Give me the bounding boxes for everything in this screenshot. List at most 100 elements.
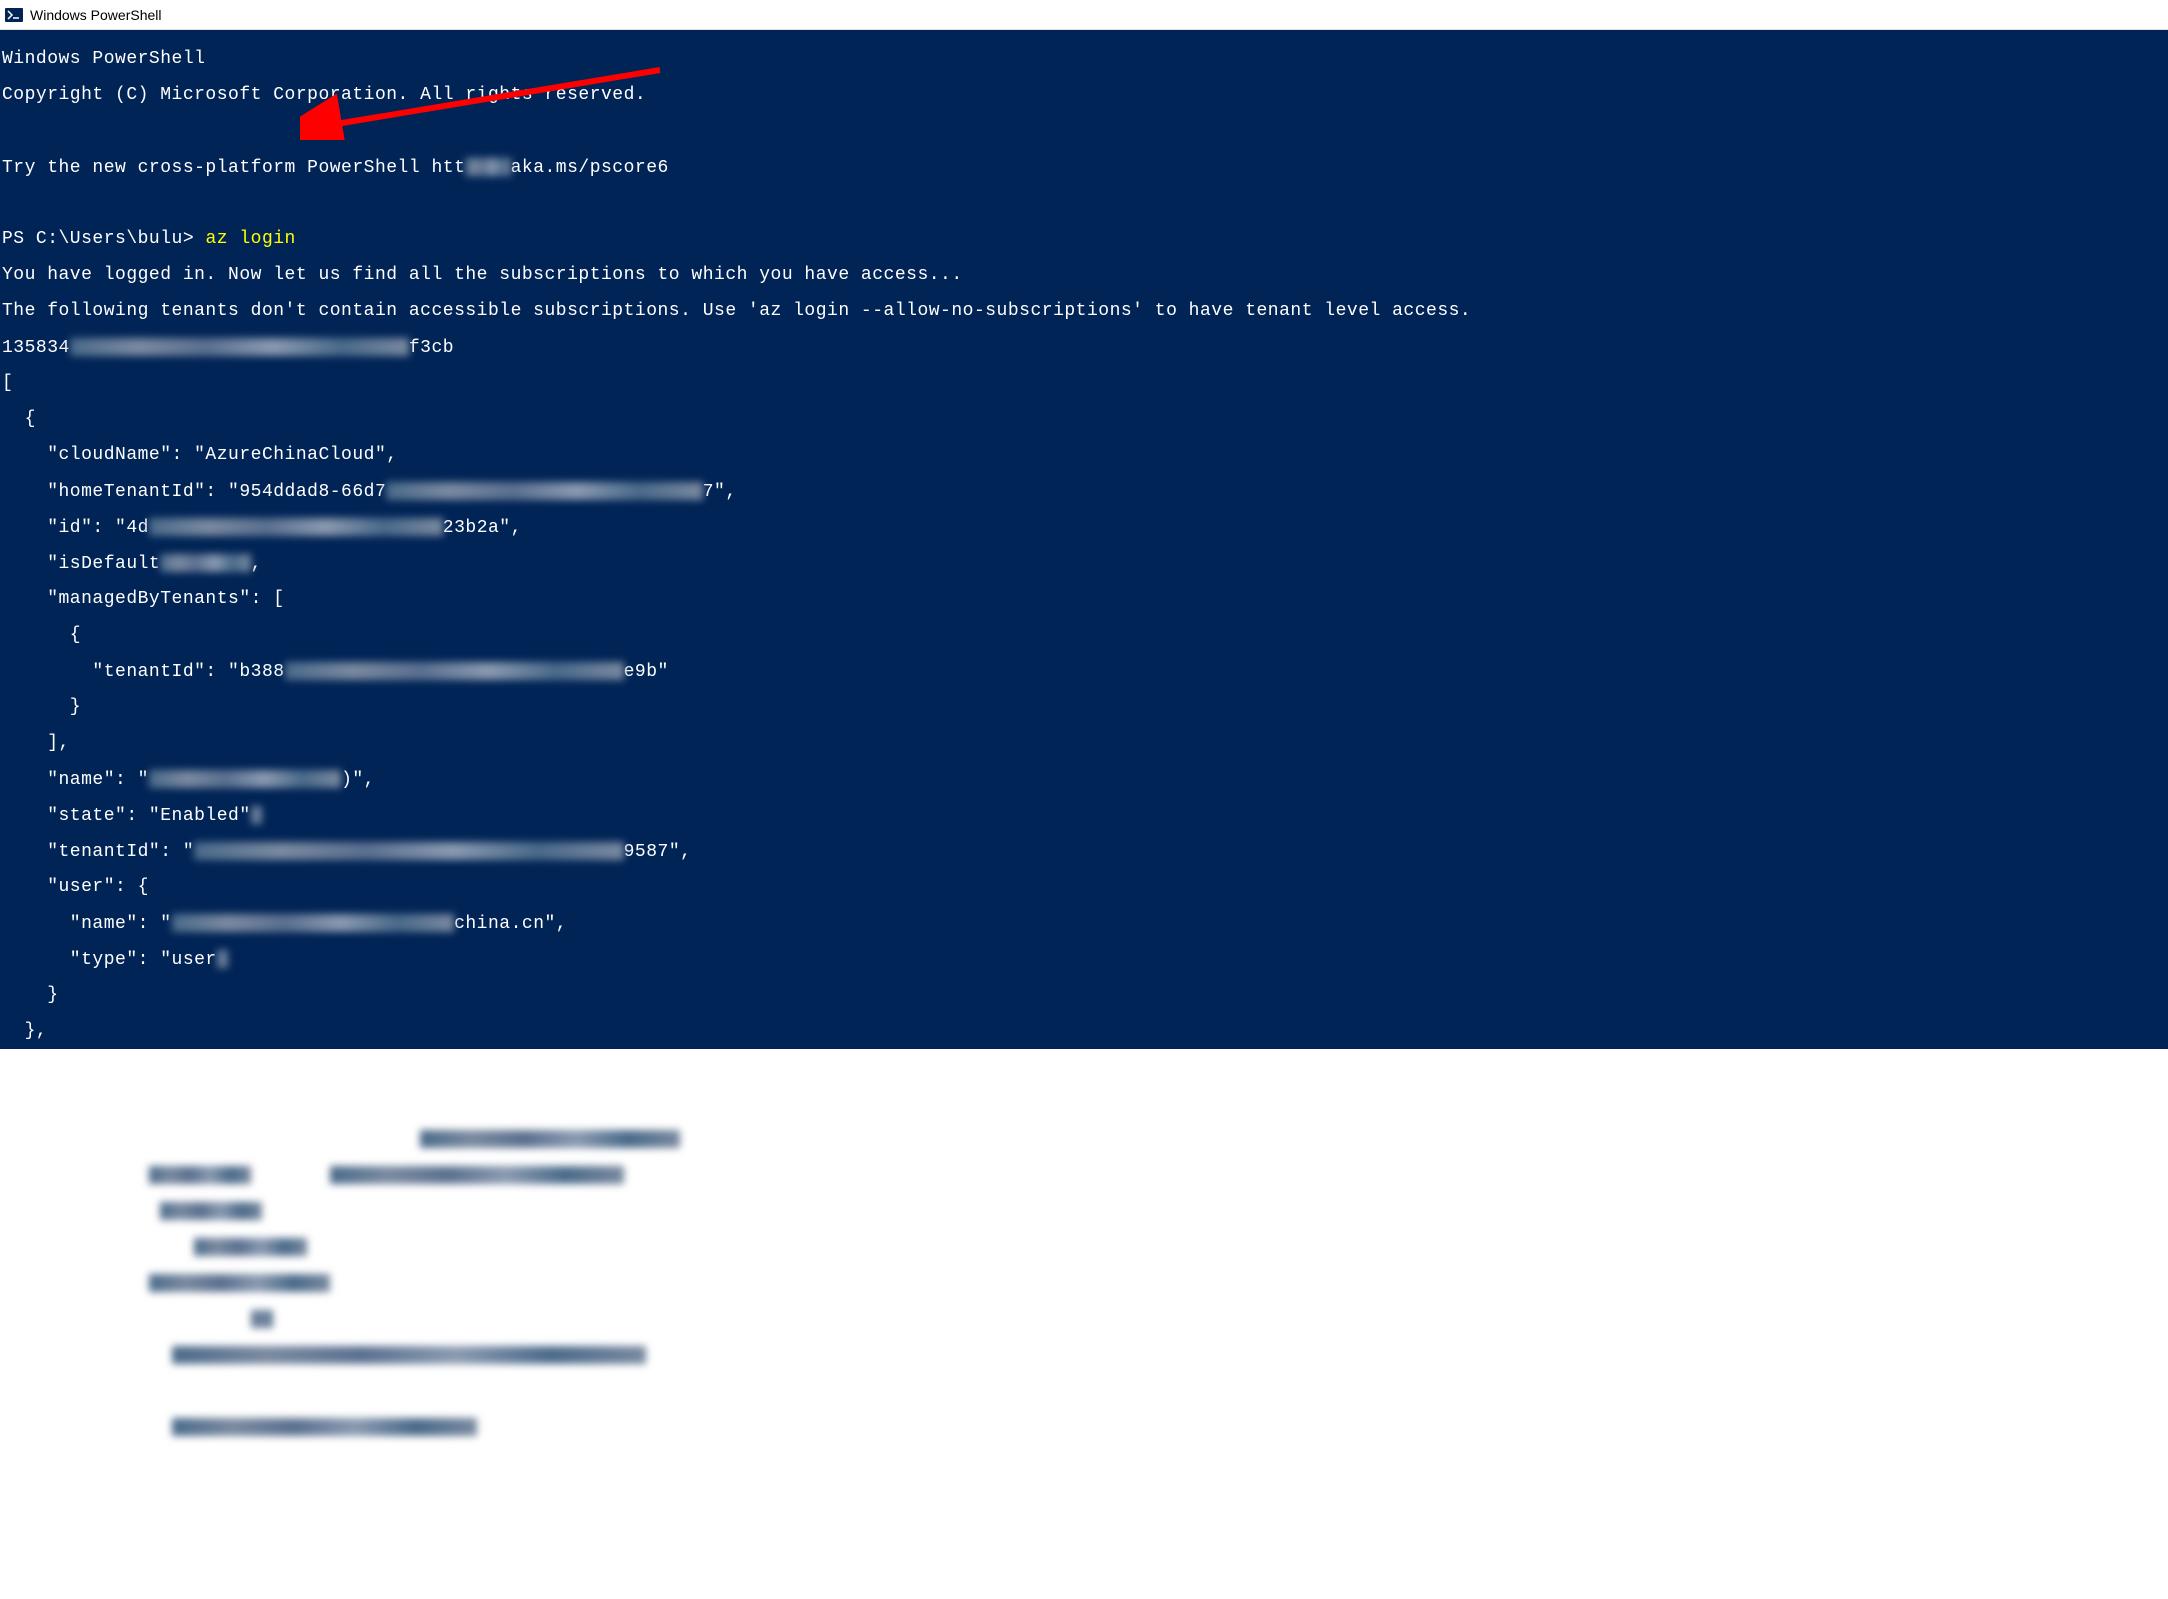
terminal-line: "state": Enabled"xx [2, 1310, 2168, 1328]
redacted-text: xxxxxxxxxxxxxxxxxxxxxxxxxxxxxx [285, 662, 624, 680]
terminal-line [2, 194, 2168, 212]
redacted-text: xxxxxxxxx [149, 1166, 251, 1184]
text: "tenantId": "b388 [2, 662, 285, 682]
terminal-line: Copyright (C) Microsoft Corporation. All… [2, 86, 2168, 104]
terminal-line: } [2, 986, 2168, 1004]
terminal-line: The following tenants don't contain acce… [2, 302, 2168, 320]
terminal-line: "isDefaultxxxxxxxxx [2, 1202, 2168, 1220]
terminal-line: "tenantId":xxxxxxxxxxxxxxxxxxxxxxxxxxxxx… [2, 1346, 2168, 1364]
text: "homeTenantId": "954ddad8-66d7-47 [2, 1130, 420, 1150]
text: Try the new cross-platform PowerShell ht… [2, 158, 465, 178]
terminal-line: "cloudName": "AzureChinaCloud", [2, 1094, 2168, 1112]
text: "state": Enabled" [2, 1310, 251, 1330]
terminal-line: Try the new cross-platform PowerShell ht… [2, 158, 2168, 176]
text: "id": "a9 [2, 1166, 149, 1186]
terminal-line: { [2, 1058, 2168, 1076]
terminal-line: "homeTenantId": "954ddad8-66d7-47xxxxxxx… [2, 1130, 2168, 1148]
window-title: Windows PowerShell [30, 7, 162, 23]
text: "managedByTen [2, 1238, 194, 1258]
text: 4316-9a [251, 1166, 330, 1186]
terminal-line: You have logged in. Now let us find all … [2, 266, 2168, 284]
terminal-line: { [2, 626, 2168, 644]
redacted-text: xxxxxxxxxx [194, 1238, 307, 1256]
text: )", [341, 770, 375, 790]
redacted-text: xxxxxxxxxxxxxxxxxxxxxxxxxx [330, 1166, 624, 1184]
redacted-text: xxxxxxxx [160, 554, 250, 572]
redacted-text: xxxxxxxxxxxxxxxxxxxxxxxxxxxxxxxxxxxxxx [194, 842, 623, 860]
terminal-line: } [2, 1490, 2168, 1508]
terminal-line: Windows PowerShell [2, 50, 2168, 68]
redacted-text: xxxxxxxxxxxxxxxx [149, 1274, 330, 1292]
redacted-text: xxxxxxxxxxxxxxxxxxxxxxxxxxxxxx [70, 338, 409, 356]
text: "name": " [2, 770, 149, 790]
command-text: az login [205, 229, 295, 249]
redacted-text: xxxxxxxxxxxxxxxxxxxxxxx [420, 1130, 680, 1148]
redacted-text: xxxxxxxxxxxxxxxxxxxxxxxxxxx [172, 1418, 477, 1436]
text: "isDefault [2, 1202, 160, 1222]
terminal-line: [ [2, 374, 2168, 392]
powershell-icon [4, 5, 24, 25]
terminal-line: "type": "user" [2, 1454, 2168, 1472]
text: ", [646, 1346, 669, 1366]
terminal-line: "name": "xxxxxxxxxxxxxxxxxxxxxxxxxxxchin… [2, 1418, 2168, 1436]
text: "isDefault [2, 554, 160, 574]
terminal-line: "id": "a9xxxxxxxxx4316-9axxxxxxxxxxxxxxx… [2, 1166, 2168, 1184]
text: "tenantId": " [2, 842, 194, 862]
redacted-text: xxxxxxxxxxxxxxxxxxxxxxxxxx [149, 518, 443, 536]
terminal-line: "homeTenantId": "954ddad8-66d7xxxxxxxxxx… [2, 482, 2168, 500]
terminal-line: "tenantId": "xxxxxxxxxxxxxxxxxxxxxxxxxxx… [2, 842, 2168, 860]
text: f3cb [409, 338, 454, 358]
redacted-text: xxxxxxxxxxxxxxxxxxxxxxxxx [172, 914, 455, 932]
terminal-line: { [2, 410, 2168, 428]
redacted-text: xxxxxxxxxxxxxxxxxxxxxxxxxxxx [386, 482, 702, 500]
terminal-line: "user": { [2, 878, 2168, 896]
text: aka.ms/pscore6 [511, 158, 669, 178]
text: "id": "4d [2, 518, 149, 538]
text: , [251, 554, 262, 574]
terminal-line: "cloudName": "AzureChinaCloud", [2, 446, 2168, 464]
text: 587", [680, 1130, 737, 1150]
text: china.cn", [477, 1418, 590, 1438]
terminal-area[interactable]: Windows PowerShell Copyright (C) Microso… [0, 30, 2168, 1049]
terminal-line: ], [2, 734, 2168, 752]
terminal-line: "managedByTenants": [ [2, 590, 2168, 608]
redacted-text: xxxxxxxxxxxxxxxxx [149, 770, 341, 788]
text: "type": "user [2, 950, 217, 970]
terminal-line: "state": "Enabled"x [2, 806, 2168, 824]
terminal-line: "isDefaultxxxxxxxx, [2, 554, 2168, 572]
text: "name": " [2, 914, 172, 934]
terminal-line [2, 122, 2168, 140]
redacted-text: xxxxxxxxxxxxxxxxxxxxxxxxxxxxxxxxxxxxxxxx… [172, 1346, 647, 1364]
prompt-line: PS C:\Users\bulu> az login [2, 230, 2168, 248]
terminal-line: "name": "xxxxxxxxxxxxxxxxxxxxxxxxxchina.… [2, 914, 2168, 932]
terminal-line: } [2, 698, 2168, 716]
text: "name": " [2, 1274, 149, 1294]
terminal-line: "tenantId": "b388xxxxxxxxxxxxxxxxxxxxxxx… [2, 662, 2168, 680]
terminal-line: "name": "xxxxxxxxxxxxxxxxx)", [2, 770, 2168, 788]
text: 23b2a", [443, 518, 522, 538]
terminal-line: 135834xxxxxxxxxxxxxxxxxxxxxxxxxxxxxxf3cb [2, 338, 2168, 356]
terminal-line: "id": "4dxxxxxxxxxxxxxxxxxxxxxxxxxx23b2a… [2, 518, 2168, 536]
text: "state": "Enabled" [2, 806, 251, 826]
redacted-text: x [217, 950, 228, 968]
text: 135834 [2, 338, 70, 358]
text: "homeTenantId": "954ddad8-66d7 [2, 482, 386, 502]
text: 9587", [624, 842, 692, 862]
text: china.cn", [454, 914, 567, 934]
prompt-prefix: PS C:\Users\bulu> [2, 229, 205, 249]
terminal-line: }, [2, 1526, 2168, 1544]
terminal-line: "user": { [2, 1382, 2168, 1400]
terminal-line: "type": "userx [2, 950, 2168, 968]
redacted-text: xxxx [465, 158, 510, 176]
text: "tenantId": [2, 1346, 172, 1366]
window-titlebar[interactable]: Windows PowerShell [0, 0, 2168, 30]
terminal-line: "managedByTenxxxxxxxxxx [2, 1238, 2168, 1256]
redacted-text: x [251, 806, 262, 824]
terminal-line: "name": "xxxxxxxxxxxxxxxx [2, 1274, 2168, 1292]
text: "name": " [2, 1418, 172, 1438]
text: e9b" [624, 662, 669, 682]
text: 7", [703, 482, 737, 502]
redacted-text: xx [251, 1310, 274, 1328]
terminal-line: }, [2, 1022, 2168, 1040]
redacted-text: xxxxxxxxx [160, 1202, 262, 1220]
